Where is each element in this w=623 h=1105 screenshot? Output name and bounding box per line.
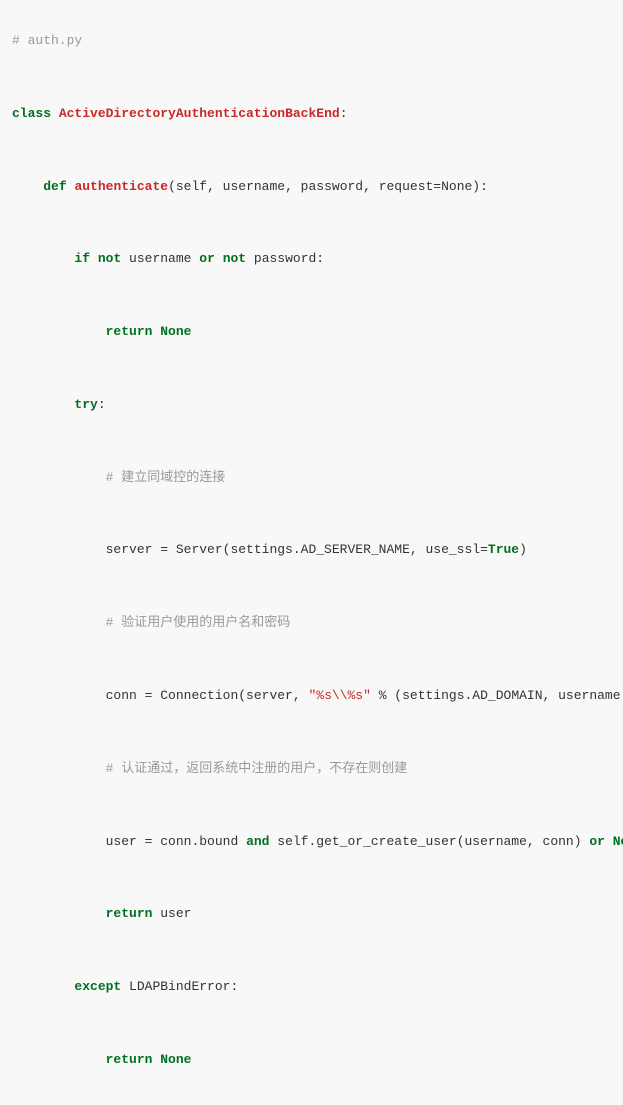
- server-line: server = Server(settings.AD_SERVER_NAME,…: [106, 542, 488, 557]
- kw-def: def: [43, 179, 66, 194]
- comment-1: # 建立同域控的连接: [106, 470, 226, 485]
- conn-line-lhs: conn = Connection(server,: [106, 688, 309, 703]
- file-comment: # auth.py: [12, 33, 82, 48]
- conn-line-rhs: % (settings.AD_DOMAIN, username), passwo: [371, 688, 623, 703]
- comment-3: # 认证通过，返回系统中注册的用户，不存在则创建: [106, 761, 408, 776]
- except-tail: LDAPBindError:: [121, 979, 238, 994]
- user-line-lhs: user = conn.bound: [106, 834, 246, 849]
- comment-2: # 验证用户使用的用户名和密码: [106, 615, 291, 630]
- code-block: # auth.py class ActiveDirectoryAuthentic…: [0, 13, 623, 1092]
- func-name: authenticate: [74, 179, 168, 194]
- conn-line-str: "%s\\%s": [308, 688, 370, 703]
- class-name: ActiveDirectoryAuthenticationBackEnd: [59, 106, 340, 121]
- kw-class: class: [12, 106, 51, 121]
- func-params: (self, username, password, request=None)…: [168, 179, 488, 194]
